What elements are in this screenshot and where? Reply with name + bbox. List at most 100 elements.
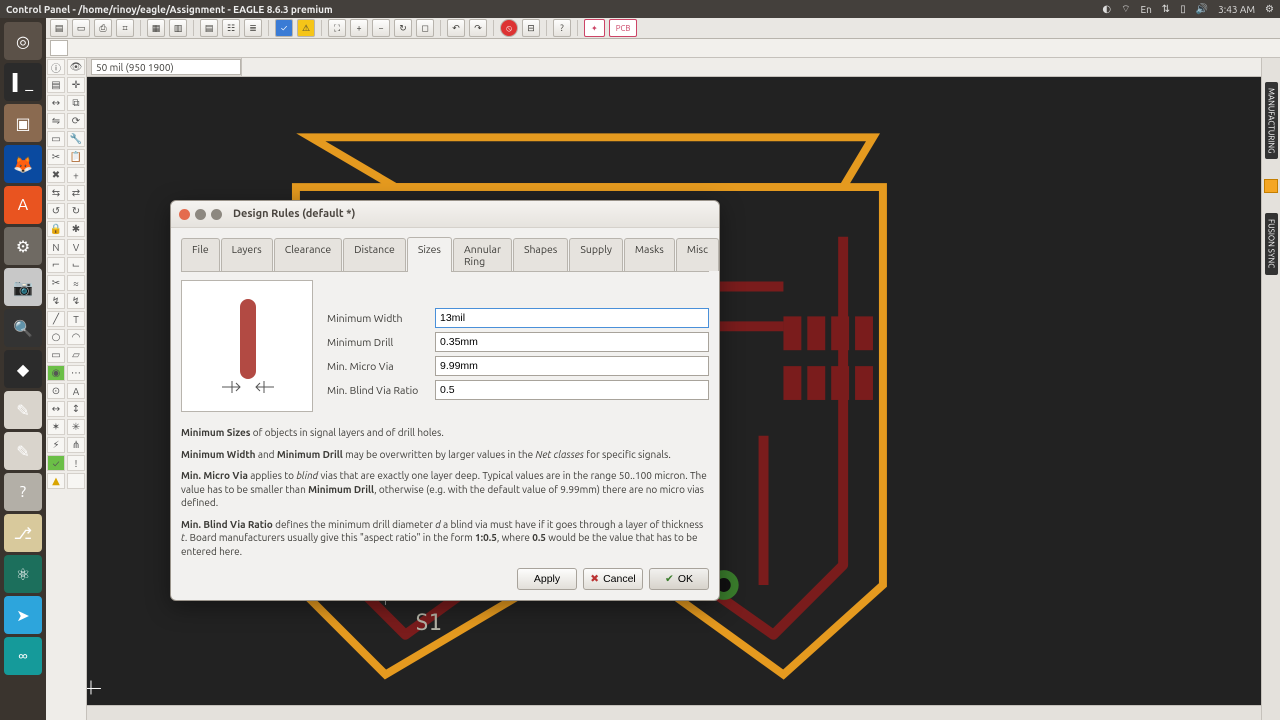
cancel-button[interactable]: ✖Cancel: [583, 568, 643, 590]
dialog-title-bar[interactable]: Design Rules (default *): [171, 201, 719, 228]
wifi-icon[interactable]: ⌔: [1121, 3, 1130, 16]
zoom-out-icon[interactable]: −: [372, 19, 390, 37]
terminal-icon[interactable]: ▍_: [4, 63, 42, 101]
auto-tool-icon[interactable]: ⚡: [47, 437, 65, 453]
software-center-icon[interactable]: A: [4, 186, 42, 224]
rect-tool-icon[interactable]: ▭: [47, 347, 65, 363]
delete-tool-icon[interactable]: ✖: [47, 167, 65, 183]
magnifier-icon[interactable]: 🔍: [4, 309, 42, 347]
updown-icon[interactable]: ⇅: [1162, 3, 1170, 15]
replace-a-icon[interactable]: ↺: [47, 203, 65, 219]
move-tool-icon[interactable]: ↔: [47, 95, 65, 111]
text-editor-icon[interactable]: ✎: [4, 391, 42, 429]
tab-sizes[interactable]: Sizes: [407, 237, 452, 272]
rotate-tool-icon[interactable]: ⟳: [67, 113, 85, 129]
sound-icon[interactable]: 🔊: [1196, 3, 1208, 15]
redo-icon[interactable]: ↷: [469, 19, 487, 37]
replace-b-icon[interactable]: ↻: [67, 203, 85, 219]
library-icon[interactable]: ☷: [222, 19, 240, 37]
inkscape-icon[interactable]: ◆: [4, 350, 42, 388]
save-icon[interactable]: ▭: [72, 19, 90, 37]
value-tool-icon[interactable]: V: [67, 239, 85, 255]
language-indicator[interactable]: En: [1140, 4, 1151, 15]
copy-tool-icon[interactable]: ⧉: [67, 95, 85, 111]
erc-tool-icon[interactable]: ✓: [47, 455, 65, 471]
layer-tool-icon[interactable]: ▤: [47, 77, 65, 93]
apply-button[interactable]: Apply: [517, 568, 577, 590]
wire-tool-icon[interactable]: ╱: [47, 311, 65, 327]
min-drill-input[interactable]: [435, 332, 709, 352]
screenshot-icon[interactable]: 📷: [4, 268, 42, 306]
pinswap-a-icon[interactable]: ⇆: [47, 185, 65, 201]
go-icon[interactable]: ⊟: [522, 19, 540, 37]
info-icon[interactable]: ?: [553, 19, 571, 37]
grid-icon[interactable]: [50, 40, 68, 56]
manufacturer-badge[interactable]: ✦: [584, 19, 605, 37]
maximize-icon[interactable]: [211, 209, 222, 220]
tab-supply[interactable]: Supply: [569, 238, 623, 271]
tab-annular-ring[interactable]: Annular Ring: [453, 238, 512, 271]
circle-tool-icon[interactable]: ○: [47, 329, 65, 345]
battery-icon[interactable]: ▯: [1180, 3, 1186, 15]
errors-tool-icon[interactable]: !: [67, 455, 85, 471]
split-tool-icon[interactable]: ✂: [47, 275, 65, 291]
add-tool-icon[interactable]: +: [67, 167, 85, 183]
drc-icon[interactable]: ✓: [275, 19, 293, 37]
notepad-icon[interactable]: ✎: [4, 432, 42, 470]
close-icon[interactable]: [179, 209, 190, 220]
undo-icon[interactable]: ↶: [447, 19, 465, 37]
ratsnest-a-icon[interactable]: ✶: [47, 419, 65, 435]
min-width-input[interactable]: [435, 308, 709, 328]
ratsnest-b-icon[interactable]: ✳: [67, 419, 85, 435]
name-tool-icon[interactable]: N: [47, 239, 65, 255]
optimize-tool-icon[interactable]: ≈: [67, 275, 85, 291]
miter-b-icon[interactable]: ⌙: [67, 257, 85, 273]
print-icon[interactable]: ⎙: [94, 19, 112, 37]
mirror-tool-icon[interactable]: ⇋: [47, 113, 65, 129]
tab-clearance[interactable]: Clearance: [274, 238, 342, 271]
polygon-tool-icon[interactable]: ▱: [67, 347, 85, 363]
system-settings-icon[interactable]: ⚙: [4, 227, 42, 265]
cutpaste-b-icon[interactable]: 📋: [67, 149, 85, 165]
zoom-redraw-icon[interactable]: ↻: [394, 19, 412, 37]
text-tool-icon[interactable]: T: [67, 311, 85, 327]
tab-misc[interactable]: Misc: [676, 238, 719, 271]
fusion-sync-icon[interactable]: [1264, 179, 1278, 193]
group-tool-icon[interactable]: ▭: [47, 131, 65, 147]
erc-icon[interactable]: ⚠: [297, 19, 315, 37]
tab-layers[interactable]: Layers: [221, 238, 273, 271]
files-icon[interactable]: ▣: [4, 104, 42, 142]
route-tool-icon[interactable]: ↯: [47, 293, 65, 309]
open-icon[interactable]: ▤: [50, 19, 68, 37]
stop-icon[interactable]: ⦸: [500, 19, 518, 37]
lock-tool-icon[interactable]: 🔒: [47, 221, 65, 237]
script-icon[interactable]: ≣: [244, 19, 262, 37]
dimension-tool-icon[interactable]: ↔: [47, 401, 65, 417]
pcb-quote-badge[interactable]: PCB: [609, 19, 638, 37]
pinswap-b-icon[interactable]: ⇄: [67, 185, 85, 201]
fanout-tool-icon[interactable]: ⋔: [67, 437, 85, 453]
smash-tool-icon[interactable]: ✱: [67, 221, 85, 237]
firefox-icon[interactable]: 🦊: [4, 145, 42, 183]
atom-editor-icon[interactable]: ⚛: [4, 555, 42, 593]
dash-icon[interactable]: ◎: [4, 22, 42, 60]
cutpaste-a-icon[interactable]: ✂: [47, 149, 65, 165]
schematic-icon[interactable]: ▥: [169, 19, 187, 37]
minimize-icon[interactable]: [195, 209, 206, 220]
tab-distance[interactable]: Distance: [343, 238, 406, 271]
min-blind-via-ratio-input[interactable]: [435, 380, 709, 400]
tab-file[interactable]: File: [181, 238, 220, 271]
signal-tool-icon[interactable]: ⋯: [67, 365, 85, 381]
help-icon[interactable]: ?: [4, 473, 42, 511]
zoom-in-icon[interactable]: +: [350, 19, 368, 37]
zoom-fit-icon[interactable]: ⛶: [328, 19, 346, 37]
clock[interactable]: 3:43 AM: [1218, 4, 1255, 15]
dim2-tool-icon[interactable]: ↕: [67, 401, 85, 417]
arduino-icon[interactable]: ∞: [4, 637, 42, 675]
ok-button[interactable]: ✔OK: [649, 568, 709, 590]
miter-a-icon[interactable]: ⌐: [47, 257, 65, 273]
board-icon[interactable]: ▦: [147, 19, 165, 37]
min-micro-via-input[interactable]: [435, 356, 709, 376]
telegram-icon[interactable]: ➤: [4, 596, 42, 634]
eagle-cad-icon[interactable]: ⎇: [4, 514, 42, 552]
